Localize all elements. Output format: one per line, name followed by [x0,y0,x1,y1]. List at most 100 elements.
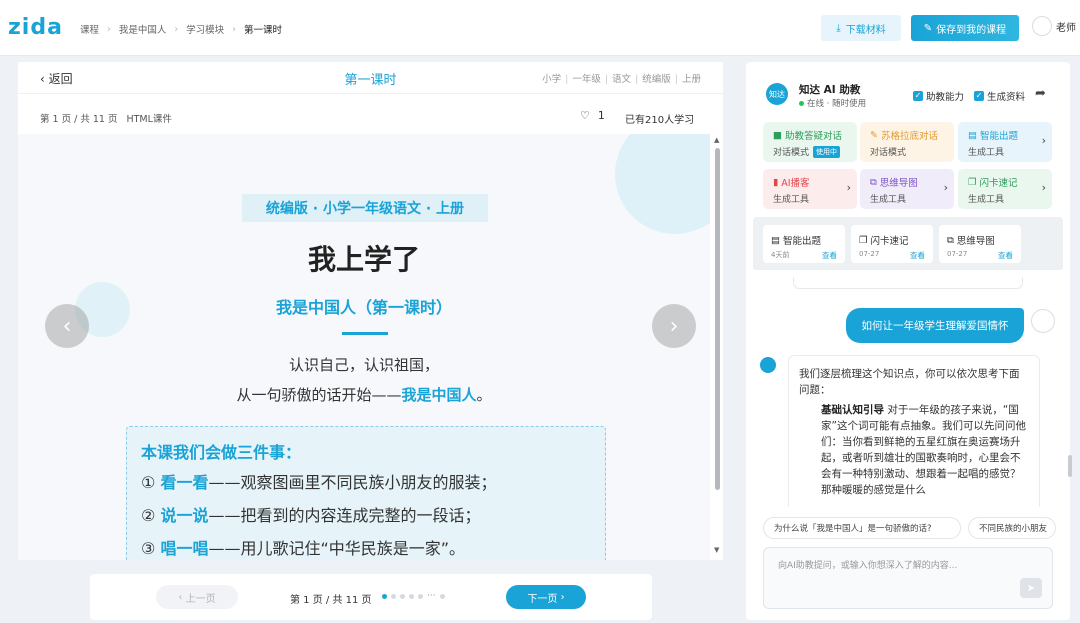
assistant-ability-checkbox[interactable]: ✓ 助教能力 [913,89,964,103]
tool-name: ▮ AI播客 [773,175,810,190]
card-icon: ❐ [968,176,977,188]
generate-materials-checkbox[interactable]: ✓ 生成资料 [974,89,1025,103]
page-dot[interactable] [382,594,387,599]
online-dot-icon [799,100,804,106]
panel-scrollbar[interactable] [1068,455,1072,477]
task-heading: 本课我们会做三件事： [141,443,302,462]
page-dot[interactable] [400,594,405,599]
tool-name: ✎ 苏格拉底对话 [870,128,938,143]
lesson-meta: 第 1 页 / 共 11 页 HTML课件 ♡ 1 已有210人学习 [18,94,723,134]
learner-count: 已有210人学习 [625,115,695,126]
scroll-up-icon[interactable]: ▲ [714,136,719,144]
active-badge: 使用中 [813,145,841,158]
history-name: ⧉ 思维导图 [947,233,995,248]
chat-icon: ■ [773,129,782,141]
doc-icon: ▤ [968,129,977,141]
history-card[interactable]: ⧉ 思维导图 07-27 查看 [939,225,1021,263]
next-page-button[interactable]: 下一页 › [506,585,586,609]
lesson-tags: 小学 | 一年级 | 语文 | 统编版 | 上册 [542,74,701,85]
breadcrumb-item[interactable]: 课程 [80,22,99,36]
breadcrumb-item[interactable]: 学习模块 [186,22,224,36]
slide-text: 从一句骄傲的话开始——我是中国人。 [18,384,710,405]
history-card[interactable]: ▤ 智能出题 4天前 查看 [763,225,845,263]
status-text: 在线 · 随时使用 [807,99,867,109]
slide-scrollbar[interactable]: ▲ ▼ [713,134,723,560]
prev-page-button[interactable]: ‹ 上一页 [156,585,238,609]
chevron-right-icon: › [174,23,179,35]
task-text: ——用儿歌记住“中华民族是一家”。 [208,539,466,558]
task-verb: 说一说 [160,506,209,525]
tool-mode: 生成工具 [870,195,907,205]
tool-flashcards[interactable]: ❐ 闪卡速记 生成工具 › [958,169,1052,209]
slide-next-button[interactable]: › [652,304,696,348]
logo[interactable]: zida [8,15,63,40]
scroll-down-icon[interactable]: ▼ [714,546,719,554]
chevron-right-icon: › [1041,134,1046,147]
save-label: 保存到我的课程 [936,24,1007,36]
task-text: ——观察图画里不同民族小朋友的服装； [208,473,497,492]
page-count: 第 1 页 / 共 11 页 [290,595,372,606]
slide-text: 认识自己，认识祖国， [288,356,439,374]
tool-sub: 生成工具 [968,192,1004,205]
history-label: 闪卡速记 [870,236,909,247]
task-text: ——把看到的内容连成完整的一段话； [208,506,481,525]
heart-icon: ♡ [580,109,590,122]
send-button[interactable]: ➤ [1020,578,1042,598]
page-dot[interactable] [409,594,414,599]
tool-socratic-dialog[interactable]: ✎ 苏格拉底对话 对话模式 [860,122,954,162]
history-view-link[interactable]: 查看 [910,250,925,261]
scroll-thumb[interactable] [715,148,720,490]
history-date: 07-27 [947,250,968,258]
tool-smart-quiz[interactable]: ▤ 智能出题 生成工具 › [958,122,1052,162]
tool-name: ⧉ 思维导图 [870,175,918,190]
history-name: ❐ 闪卡速记 [859,233,909,248]
user-name: 老师 [1056,22,1076,34]
tool-name: ■ 助教答疑对话 [773,128,842,143]
share-icon[interactable]: ➦ [1035,86,1046,101]
tool-label: 思维导图 [879,178,918,189]
point-body: 对于一年级的孩子来说，“国家”这个词可能有点抽象。我们可以先问问他们：当你看到鲜… [821,404,1026,496]
history-name: ▤ 智能出题 [771,233,821,248]
history-label: 思维导图 [956,236,995,247]
tool-name: ❐ 闪卡速记 [968,175,1018,190]
save-to-my-courses-button[interactable]: ✎ 保存到我的课程 [911,15,1019,41]
chat-input[interactable] [764,548,1052,608]
page-count: 第 1 页 / 共 11 页 [40,114,118,125]
user-menu[interactable]: 老师 [1032,16,1076,36]
tool-mode: 生成工具 [968,148,1005,158]
user-message: 如何让一年级学生理解爱国情怀 [846,308,1024,343]
download-materials-button[interactable]: ⤓ 下载材料 [821,15,901,41]
mic-icon: ▮ [773,176,779,188]
prev-label: 上一页 [185,593,216,605]
history-view-link[interactable]: 查看 [998,250,1013,261]
tool-ai-podcast[interactable]: ▮ AI播客 生成工具 › [763,169,857,209]
page-dot[interactable] [418,594,423,599]
slide-prev-button[interactable]: ‹ [45,304,89,348]
tool-mindmap[interactable]: ⧉ 思维导图 生成工具 › [860,169,954,209]
tool-label: 智能出题 [979,131,1018,142]
task-num: ② [141,506,156,525]
history-view-link[interactable]: 查看 [822,250,837,261]
tool-mode: 对话模式 [773,148,810,158]
page-dot[interactable] [391,594,396,599]
tool-name: ▤ 智能出题 [968,128,1018,143]
lesson-header: ‹ 返回 第一课时 小学 | 一年级 | 语文 | 统编版 | 上册 [18,62,723,94]
tool-qa-dialog[interactable]: ■ 助教答疑对话 对话模式 使用中 [763,122,857,162]
breadcrumb-current: 第一课时 [243,25,282,36]
message-point: 基础认知引导 对于一年级的孩子来说，“国家”这个词可能有点抽象。我们可以先问问他… [799,402,1029,498]
suggestion-chip[interactable]: 不同民族的小朋友 [968,517,1056,539]
like-button[interactable]: ♡ 1 [580,109,605,122]
task-num: ① [141,473,156,492]
chevron-right-icon: › [107,23,111,35]
assistant-avatar [760,357,776,373]
page-dot[interactable] [439,594,445,599]
breadcrumb-item[interactable]: 我是中国人 [119,22,167,36]
assistant-avatar: 知达 [766,83,788,105]
page-info: 第 1 页 / 共 11 页 HTML课件 [40,111,172,125]
suggestion-chip[interactable]: 为什么说「我是中国人」是一句骄傲的话? [763,517,961,539]
chat-thread[interactable]: 如何让一年级学生理解爱国情怀 我们逐层梳理这个知识点，你可以依次思考下面问题： … [753,277,1063,507]
point-title: 基础认知引导 [821,404,884,416]
history-card[interactable]: ❐ 闪卡速记 07-27 查看 [851,225,933,263]
download-label: 下载材料 [845,24,886,36]
chevron-right-icon: › [669,313,679,339]
